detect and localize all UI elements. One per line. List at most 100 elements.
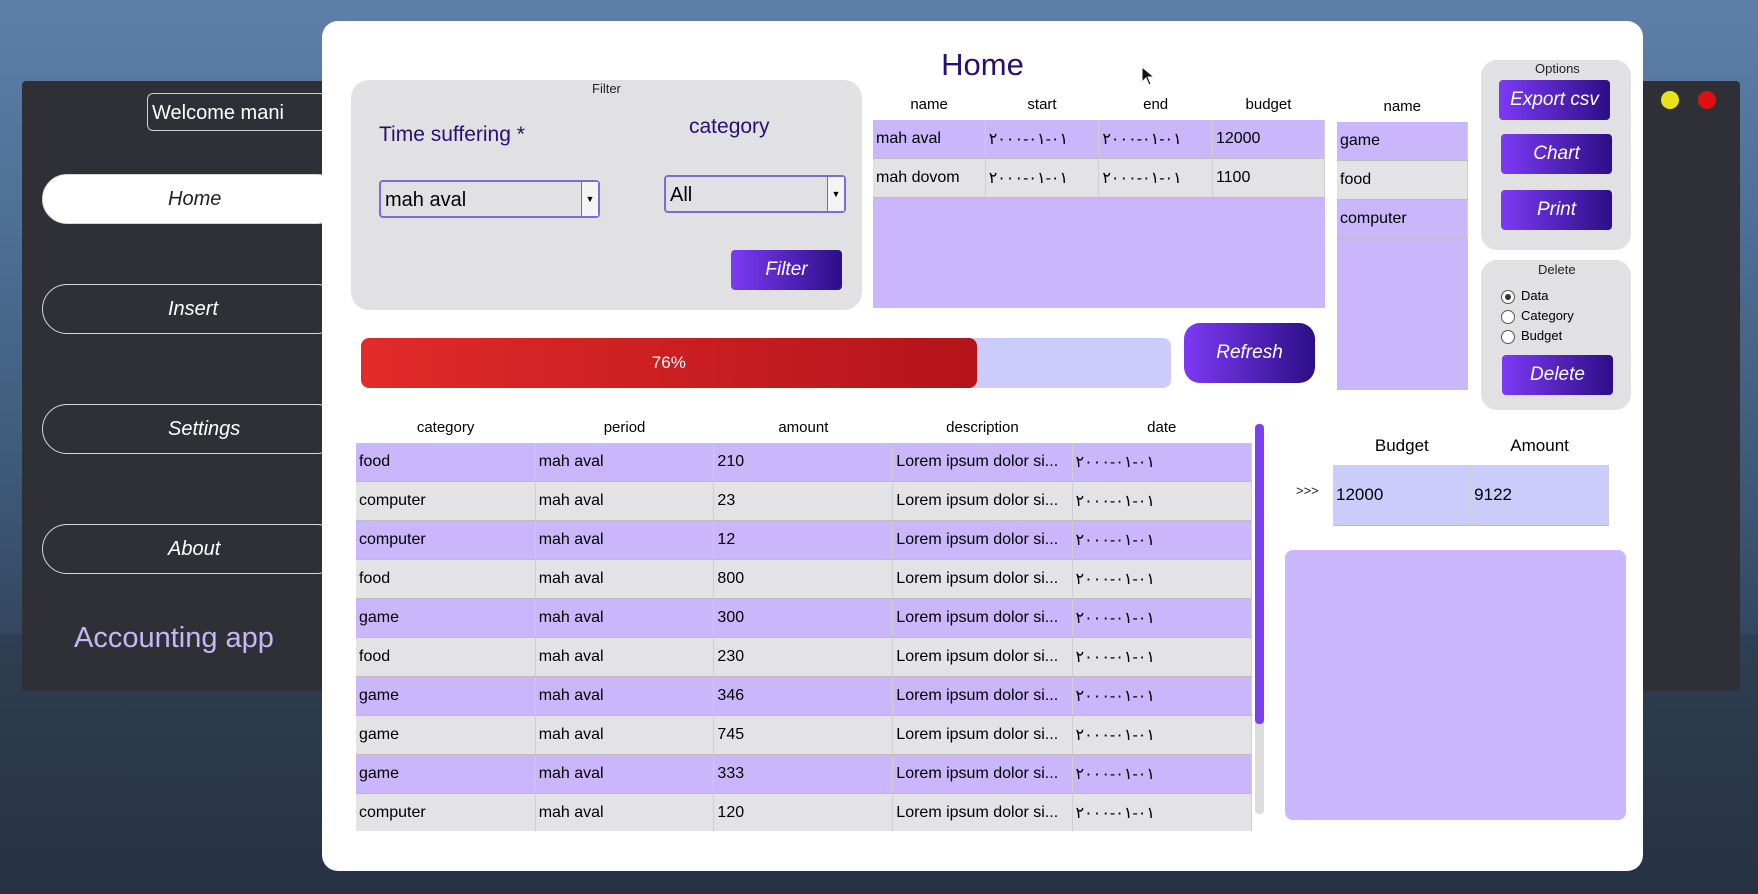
table-row[interactable]: mah dovom ۲۰۰۰-۰۱-۰۱ ۲۰۰۰-۰۱-۰۱ 1100 xyxy=(873,158,1326,198)
delete-group-label: Delete xyxy=(1538,262,1576,277)
cell: computer xyxy=(356,520,536,560)
radio-label: Budget xyxy=(1521,328,1563,343)
export-csv-button[interactable]: Export csv xyxy=(1499,80,1610,120)
cell: food xyxy=(356,443,536,482)
options-group-label: Options xyxy=(1535,61,1580,76)
column-header[interactable]: category xyxy=(356,411,536,443)
cell: 120 xyxy=(713,793,894,831)
cell: mah aval xyxy=(535,598,715,638)
cell: 346 xyxy=(713,676,894,716)
cell: 300 xyxy=(713,598,894,638)
cell: Lorem ipsum dolor si... xyxy=(892,676,1073,716)
table-row[interactable]: computer mah aval 120 Lorem ipsum dolor si.… xyxy=(356,793,1252,831)
column-header[interactable]: period xyxy=(535,411,714,443)
cell: ۲۰۰۰-۰۱-۰۱ xyxy=(1098,120,1213,159)
cell: 1100 xyxy=(1212,158,1326,198)
cell: mah aval xyxy=(535,559,715,599)
budget-value: 12000 xyxy=(1333,465,1472,526)
app-name: Accounting app xyxy=(74,622,274,654)
cell: computer xyxy=(1337,199,1468,239)
cell: 210 xyxy=(713,443,894,482)
nav-about-button[interactable]: About xyxy=(42,524,342,574)
scrollbar-thumb[interactable] xyxy=(1255,424,1264,724)
nav-insert-button[interactable]: Insert xyxy=(42,284,342,334)
cell: mah aval xyxy=(535,793,715,831)
column-header[interactable]: date xyxy=(1072,411,1252,443)
cell: Lorem ipsum dolor si... xyxy=(892,559,1073,599)
filter-button[interactable]: Filter xyxy=(731,250,842,290)
column-header[interactable]: amount xyxy=(713,411,893,443)
minimize-icon[interactable] xyxy=(1661,91,1679,109)
time-period-value: mah aval xyxy=(385,189,467,211)
data-table-scrollbar[interactable] xyxy=(1255,424,1264,814)
data-table-viewport[interactable]: category period amount description date … xyxy=(356,411,1252,831)
radio-selected-icon xyxy=(1501,289,1515,304)
close-icon[interactable] xyxy=(1698,91,1716,109)
budget-progress-bar: 76% xyxy=(361,338,1171,388)
cell: Lorem ipsum dolor si... xyxy=(892,715,1073,755)
column-header[interactable]: budget xyxy=(1212,88,1325,120)
table-row[interactable]: game mah aval 300 Lorem ipsum dolor si... ۲۰… xyxy=(356,598,1252,638)
radio-label: Category xyxy=(1521,308,1574,323)
table-row[interactable]: food xyxy=(1337,160,1468,200)
column-header: Budget xyxy=(1333,427,1471,465)
cell: game xyxy=(356,754,536,794)
table-row[interactable]: 12000 9122 xyxy=(1333,465,1609,526)
table-row[interactable]: game mah aval 745 Lorem ipsum dolor si... ۲۰… xyxy=(356,715,1252,755)
categories-table: name game food computer xyxy=(1337,90,1468,239)
table-row[interactable]: food mah aval 800 Lorem ipsum dolor si... ۲۰… xyxy=(356,559,1252,599)
amount-value: 9122 xyxy=(1470,465,1609,526)
time-period-select[interactable]: mah aval ▼ xyxy=(379,180,600,218)
table-row[interactable]: game mah aval 346 Lorem ipsum dolor si... ۲۰… xyxy=(356,676,1252,716)
cell: game xyxy=(1337,122,1468,161)
summary-table: Budget Amount 12000 9122 xyxy=(1333,427,1609,526)
cell: 23 xyxy=(713,481,894,521)
cell: Lorem ipsum dolor si... xyxy=(892,481,1073,521)
radio-icon xyxy=(1501,309,1515,324)
delete-button[interactable]: Delete xyxy=(1502,355,1613,395)
cell: ۲۰۰۰-۰۱-۰۱ xyxy=(1098,158,1213,198)
cell: ۲۰۰۰-۰۱-۰۱ xyxy=(1072,637,1252,677)
column-header[interactable]: name xyxy=(1337,90,1468,122)
cell: mah aval xyxy=(535,481,715,521)
table-row[interactable]: game xyxy=(1337,122,1468,161)
radio-category[interactable]: Category xyxy=(1501,308,1574,324)
cell: food xyxy=(356,559,536,599)
print-button[interactable]: Print xyxy=(1501,190,1612,230)
cell: game xyxy=(356,676,536,716)
nav-home-button[interactable]: Home xyxy=(42,174,342,224)
column-header[interactable]: name xyxy=(873,88,986,120)
cell: Lorem ipsum dolor si... xyxy=(892,793,1073,831)
radio-data[interactable]: Data xyxy=(1501,288,1548,304)
radio-budget[interactable]: Budget xyxy=(1501,328,1562,344)
category-select[interactable]: All ▼ xyxy=(664,175,846,213)
column-header: Amount xyxy=(1470,427,1609,465)
cell: computer xyxy=(356,793,536,831)
table-row[interactable]: food mah aval 230 Lorem ipsum dolor si... ۲۰… xyxy=(356,637,1252,677)
cell: 745 xyxy=(713,715,894,755)
category-label: category xyxy=(689,115,770,138)
chart-button[interactable]: Chart xyxy=(1501,134,1612,174)
chart-area xyxy=(1285,550,1626,820)
periods-table: name start end budget mah aval ۲۰۰۰-۰۱-۰… xyxy=(873,88,1326,198)
cell: 333 xyxy=(713,754,894,794)
cell: ۲۰۰۰-۰۱-۰۱ xyxy=(1072,443,1252,482)
cell: ۲۰۰۰-۰۱-۰۱ xyxy=(1072,520,1252,560)
table-row[interactable]: computer mah aval 23 Lorem ipsum dolor si..… xyxy=(356,481,1252,521)
cell: ۲۰۰۰-۰۱-۰۱ xyxy=(1072,793,1252,831)
table-row[interactable]: computer mah aval 12 Lorem ipsum dolor si..… xyxy=(356,520,1252,560)
table-row[interactable]: mah aval ۲۰۰۰-۰۱-۰۱ ۲۰۰۰-۰۱-۰۱ 12000 xyxy=(873,120,1326,159)
cell: ۲۰۰۰-۰۱-۰۱ xyxy=(1072,481,1252,521)
refresh-button[interactable]: Refresh xyxy=(1184,323,1315,383)
table-row[interactable]: computer xyxy=(1337,199,1468,239)
page-title: Home xyxy=(941,47,1024,82)
cell: mah aval xyxy=(535,520,715,560)
column-header[interactable]: start xyxy=(985,88,1099,120)
nav-settings-button[interactable]: Settings xyxy=(42,404,342,454)
cell: mah aval xyxy=(873,120,986,159)
table-row[interactable]: game mah aval 333 Lorem ipsum dolor si... ۲۰… xyxy=(356,754,1252,794)
column-header[interactable]: description xyxy=(892,411,1073,443)
cell: Lorem ipsum dolor si... xyxy=(892,598,1073,638)
table-row[interactable]: food mah aval 210 Lorem ipsum dolor si... ۲۰… xyxy=(356,443,1252,482)
column-header[interactable]: end xyxy=(1098,88,1213,120)
